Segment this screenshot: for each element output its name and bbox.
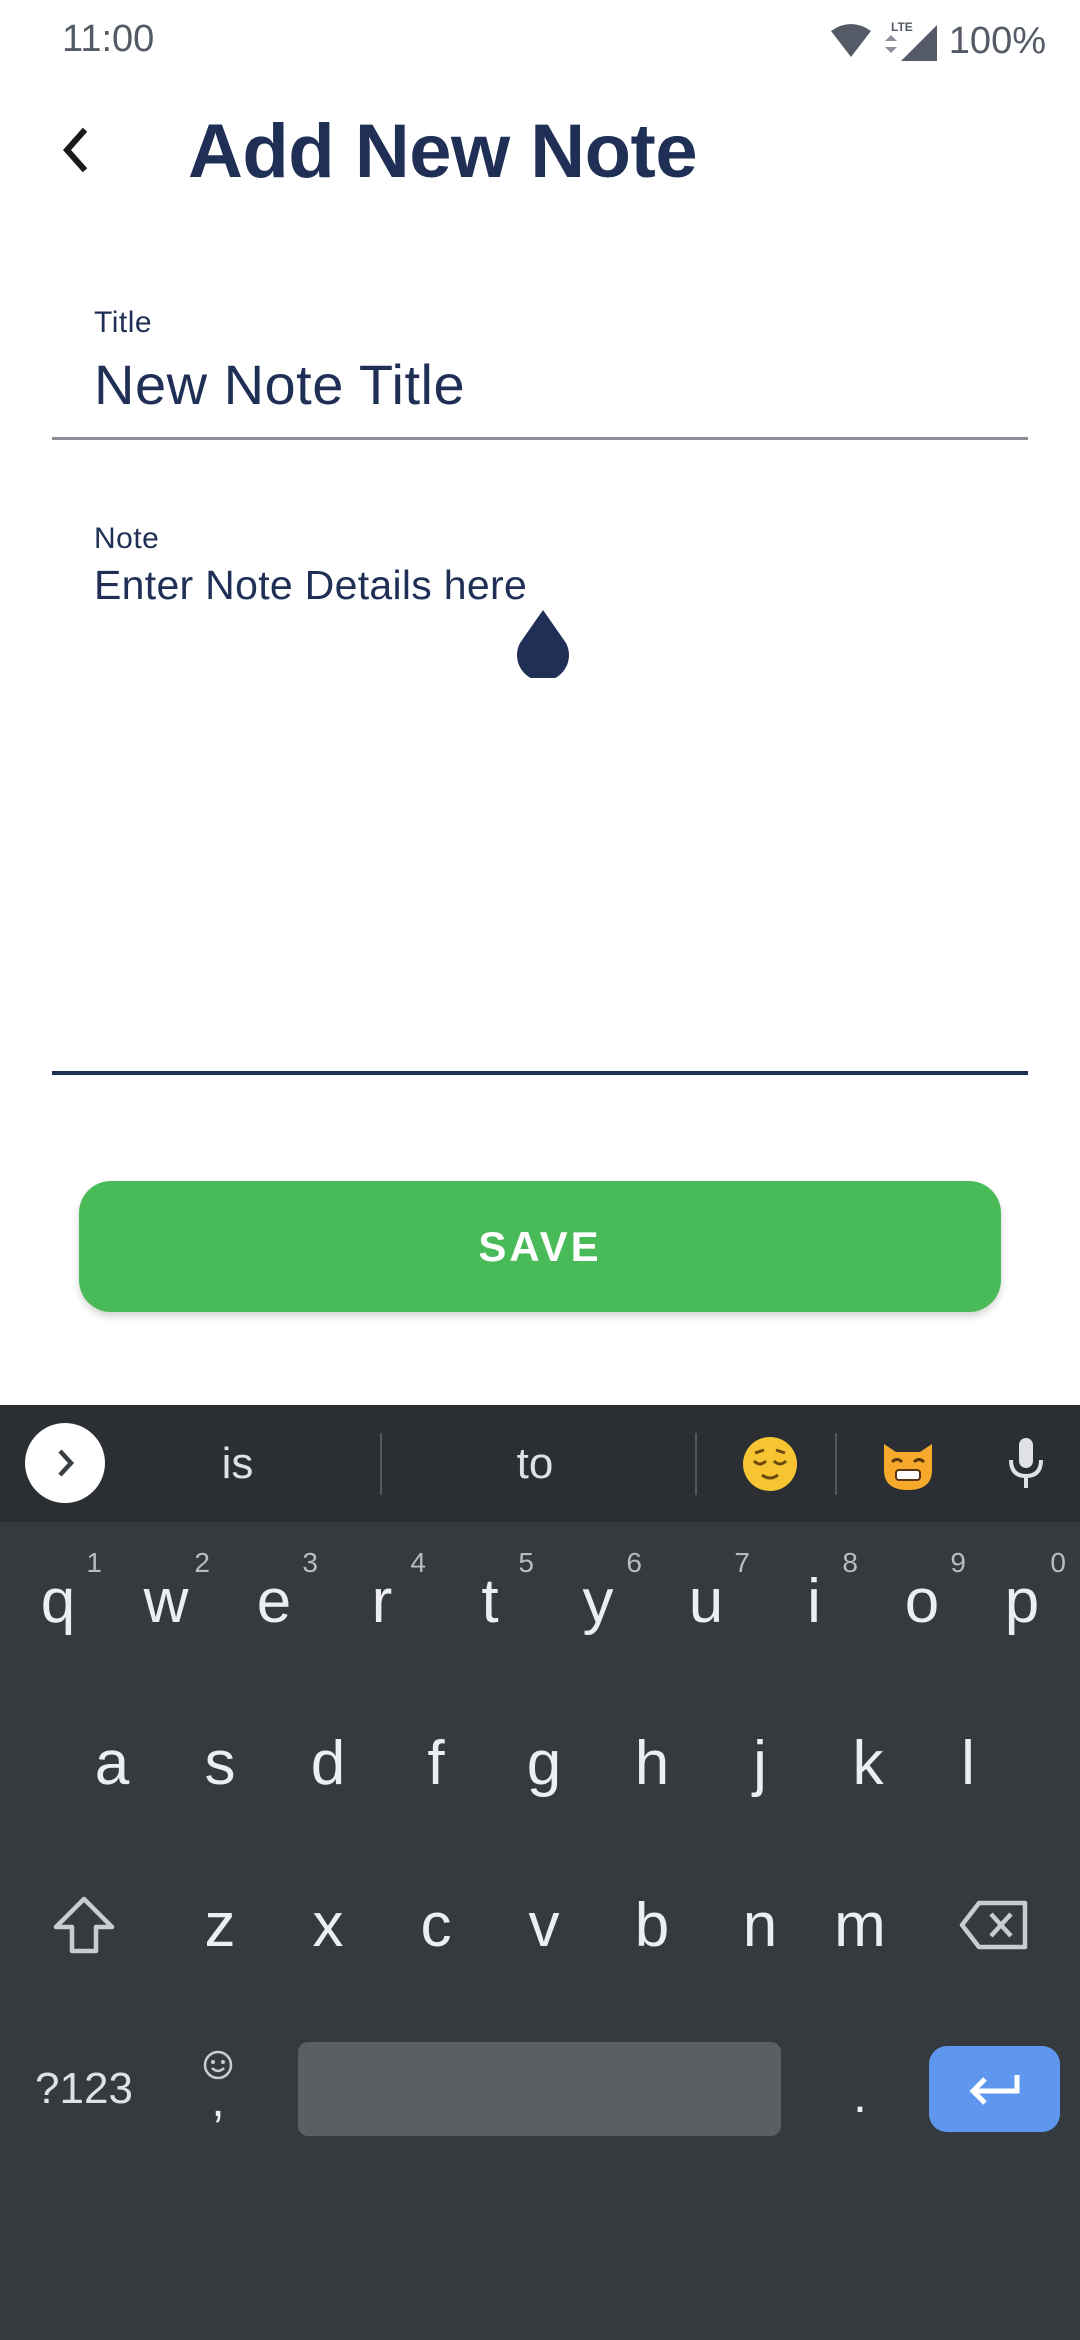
key-label: r — [371, 1566, 393, 1636]
title-underline — [52, 437, 1028, 440]
note-field[interactable]: Note Enter Note Details here — [52, 510, 1028, 1075]
key-hint: 6 — [626, 1547, 642, 1578]
key-g[interactable]: g — [490, 1703, 598, 1823]
suggestion-divider — [835, 1433, 837, 1495]
lte-signal-icon: LTE — [884, 20, 937, 61]
key-s[interactable]: s — [166, 1703, 274, 1823]
space-key[interactable] — [298, 2042, 781, 2136]
status-bar: 11:00 LTE 100% — [0, 0, 1080, 80]
voice-input-button[interactable] — [996, 1427, 1056, 1501]
key-label: u — [688, 1566, 724, 1636]
suggestion-divider — [380, 1433, 382, 1495]
title-field[interactable]: Title New Note Title — [52, 290, 1028, 440]
status-time: 11:00 — [62, 18, 155, 60]
key-n[interactable]: n — [706, 1865, 814, 1985]
key-k[interactable]: k — [814, 1703, 922, 1823]
back-button[interactable] — [40, 115, 110, 185]
key-m[interactable]: m — [806, 1865, 914, 1985]
title-input-value[interactable]: New Note Title — [94, 352, 465, 417]
symbols-key[interactable]: ?123 — [14, 2029, 154, 2149]
chevron-left-icon — [62, 127, 88, 173]
key-q[interactable]: q1 — [4, 1541, 112, 1661]
note-underline — [52, 1071, 1028, 1075]
note-label: Note — [94, 522, 160, 555]
key-c[interactable]: c — [382, 1865, 490, 1985]
relieved-face-icon — [743, 1436, 797, 1491]
key-p[interactable]: p0 — [968, 1541, 1076, 1661]
key-w[interactable]: w2 — [112, 1541, 220, 1661]
save-button-label: SAVE — [478, 1222, 602, 1270]
soft-keyboard: is to q 1 w 2 e 3 r 4 t 5 y 6 u 7 i 8 o … — [0, 1405, 1080, 2340]
key-l[interactable]: l — [914, 1703, 1022, 1823]
enter-arrow-icon — [968, 2075, 1019, 2105]
key-hint: 7 — [734, 1547, 750, 1578]
suggestion-divider — [695, 1433, 697, 1495]
relieved-face-emoji[interactable] — [720, 1405, 820, 1522]
emoji-comma-key[interactable]: , — [168, 2025, 268, 2145]
key-label: y — [582, 1566, 614, 1636]
key-label: t — [481, 1566, 499, 1636]
key-h[interactable]: h — [598, 1703, 706, 1823]
suggestion-word-1[interactable]: is — [130, 1405, 345, 1522]
status-icons: LTE 100% — [829, 16, 1046, 66]
note-input-placeholder[interactable]: Enter Note Details here — [94, 562, 527, 609]
key-u[interactable]: u7 — [652, 1541, 760, 1661]
suggestion-bar: is to — [0, 1405, 1080, 1522]
grinning-cat-emoji[interactable] — [860, 1405, 956, 1522]
key-label: e — [256, 1566, 292, 1636]
suggestion-word-2[interactable]: to — [430, 1405, 640, 1522]
page-title: Add New Note — [188, 109, 698, 194]
key-label: q — [40, 1566, 76, 1636]
chevron-right-icon — [58, 1449, 75, 1477]
key-x[interactable]: x — [274, 1865, 382, 1985]
key-r[interactable]: r4 — [328, 1541, 436, 1661]
shift-key[interactable] — [28, 1865, 140, 1985]
key-t[interactable]: t5 — [436, 1541, 544, 1661]
battery-percent: 100% — [948, 19, 1046, 62]
grinning-cat-icon — [884, 1443, 932, 1490]
key-hint: 2 — [194, 1547, 210, 1578]
backspace-key[interactable] — [936, 1865, 1052, 1985]
key-f[interactable]: f — [382, 1703, 490, 1823]
key-hint: 9 — [950, 1547, 966, 1578]
key-label: w — [143, 1566, 189, 1636]
expand-toolbar-button[interactable] — [25, 1423, 105, 1503]
enter-key[interactable] — [929, 2046, 1060, 2132]
key-e[interactable]: e3 — [220, 1541, 328, 1661]
key-v[interactable]: v — [490, 1865, 598, 1985]
wifi-icon — [830, 24, 871, 57]
key-i[interactable]: i8 — [760, 1541, 868, 1661]
title-label: Title — [94, 306, 153, 339]
key-hint: 4 — [410, 1547, 426, 1578]
backspace-icon — [959, 1900, 1028, 1950]
key-hint: 8 — [842, 1547, 858, 1578]
comma-label: , — [211, 2074, 225, 2127]
text-cursor-handle[interactable] — [515, 610, 571, 678]
key-hint: 1 — [86, 1547, 102, 1578]
key-y[interactable]: y6 — [544, 1541, 652, 1661]
key-a[interactable]: a — [58, 1703, 166, 1823]
key-d[interactable]: d — [274, 1703, 382, 1823]
key-o[interactable]: o9 — [868, 1541, 976, 1661]
save-button[interactable]: SAVE — [79, 1181, 1001, 1312]
key-b[interactable]: b — [598, 1865, 706, 1985]
key-hint: 3 — [302, 1547, 318, 1578]
lte-label: LTE — [891, 20, 913, 34]
key-label: i — [807, 1566, 821, 1636]
microphone-icon — [1009, 1438, 1043, 1488]
key-hint: 5 — [518, 1547, 534, 1578]
key-label: p — [1004, 1566, 1040, 1636]
shift-icon — [53, 1896, 115, 1954]
key-j[interactable]: j — [706, 1703, 814, 1823]
key-label: o — [904, 1566, 940, 1636]
period-key[interactable]: . — [810, 2035, 910, 2155]
key-hint: 0 — [1050, 1547, 1066, 1578]
key-z[interactable]: z — [166, 1865, 274, 1985]
